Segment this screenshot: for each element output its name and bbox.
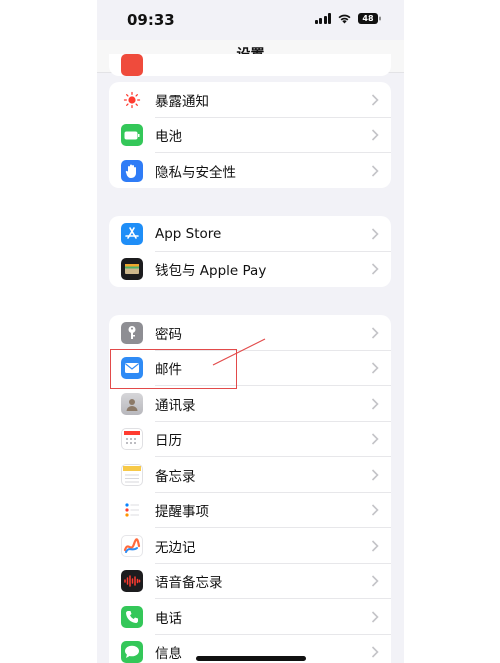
row-label: 密码 <box>155 326 182 343</box>
settings-row-phone[interactable]: 电话 <box>109 599 391 635</box>
settings-row-battery[interactable]: 电池 <box>109 118 391 153</box>
row-label: App Store <box>155 225 222 242</box>
settings-row-privacy[interactable]: 隐私与安全性 <box>109 153 391 188</box>
row-label: 备忘录 <box>155 468 196 485</box>
row-label: 日历 <box>155 433 182 450</box>
row-label: 通讯录 <box>155 397 196 414</box>
wallet-icon <box>121 258 143 281</box>
chevron-right-icon <box>371 504 379 516</box>
calendar-icon <box>121 428 143 451</box>
settings-row-wallet[interactable]: 钱包与 Apple Pay <box>109 252 391 288</box>
battery-status-icon: 48 <box>358 13 382 24</box>
status-icons: 48 <box>314 13 383 24</box>
chevron-right-icon <box>371 129 379 141</box>
row-label: 语音备忘录 <box>155 575 223 592</box>
cellular-signal-icon <box>314 13 331 24</box>
settings-row-passwords[interactable]: 密码 <box>109 315 391 351</box>
reminders-icon <box>121 499 143 522</box>
chevron-right-icon <box>371 540 379 552</box>
phone-icon <box>121 605 143 628</box>
row-label: 暴露通知 <box>155 93 209 110</box>
chevron-right-icon <box>371 94 379 106</box>
settings-screen: 09:33 48 设置 <box>97 0 404 663</box>
settings-row-contacts[interactable]: 通讯录 <box>109 386 391 422</box>
settings-row-calendar[interactable]: 日历 <box>109 422 391 457</box>
contacts-icon <box>121 392 143 415</box>
chevron-right-icon <box>371 263 379 275</box>
chevron-right-icon <box>371 398 379 410</box>
chevron-right-icon <box>371 165 379 177</box>
status-time: 09:33 <box>127 11 175 29</box>
row-label: 无边记 <box>155 539 196 556</box>
chevron-right-icon <box>371 611 379 623</box>
settings-group-1: 暴露通知 电池 隐私与安全性 <box>109 82 391 188</box>
notes-icon <box>121 463 143 486</box>
exposure-sun-icon <box>121 88 143 111</box>
settings-row-voice-memos[interactable]: 语音备忘录 <box>109 564 391 599</box>
row-label: 钱包与 Apple Pay <box>155 263 267 280</box>
chevron-right-icon <box>371 433 379 445</box>
battery-icon <box>121 124 143 147</box>
settings-row-notes[interactable]: 备忘录 <box>109 457 391 493</box>
app-store-icon <box>121 222 143 245</box>
chevron-right-icon <box>371 469 379 481</box>
row-label: 提醒事项 <box>155 504 209 521</box>
hand-icon <box>121 159 143 182</box>
wifi-icon <box>337 13 352 24</box>
red-settings-icon <box>121 54 143 76</box>
settings-row-app-store[interactable]: App Store <box>109 216 391 252</box>
chevron-right-icon <box>371 575 379 587</box>
annotation-highlight-box <box>110 349 237 389</box>
key-icon <box>121 321 143 344</box>
voice-memos-icon <box>121 570 143 593</box>
status-bar: 09:33 48 <box>97 0 404 40</box>
home-indicator[interactable] <box>196 656 306 661</box>
settings-row-exposure-notifications[interactable]: 暴露通知 <box>109 82 391 118</box>
settings-row-reminders[interactable]: 提醒事项 <box>109 493 391 528</box>
chevron-right-icon <box>371 646 379 658</box>
settings-group-2: App Store 钱包与 Apple Pay <box>109 216 391 287</box>
freeform-icon <box>121 534 143 557</box>
settings-group-partial <box>109 54 391 76</box>
chevron-right-icon <box>371 228 379 240</box>
battery-percent: 48 <box>362 14 374 23</box>
chevron-right-icon <box>371 362 379 374</box>
settings-row-freeform[interactable]: 无边记 <box>109 528 391 564</box>
messages-icon <box>121 641 143 663</box>
chevron-right-icon <box>371 327 379 339</box>
row-label: 电话 <box>155 610 182 627</box>
row-label: 隐私与安全性 <box>155 164 236 181</box>
row-label: 电池 <box>155 129 182 146</box>
